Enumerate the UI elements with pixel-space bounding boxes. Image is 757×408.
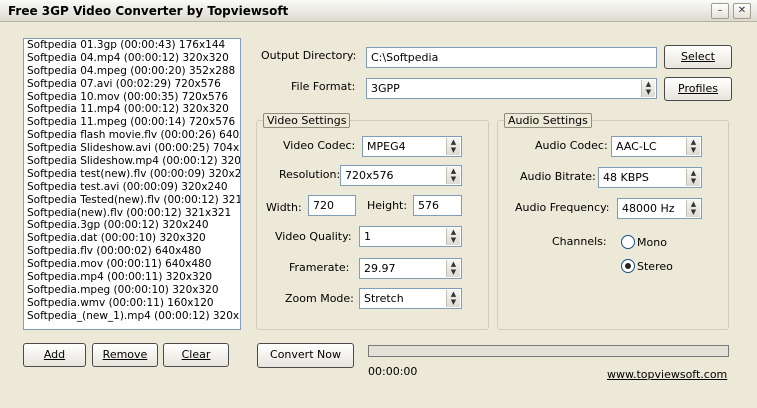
file-list-item[interactable]: Softpedia.mp4 (00:00:11) 320x320 [24, 271, 240, 284]
file-list-item[interactable]: Softpedia 11.mpeg (00:00:14) 720x576 [24, 116, 240, 129]
audio-codec-value: AAC-LC [616, 140, 657, 153]
zoom-mode-select[interactable]: Stretch ▲ ▼ [359, 288, 462, 309]
file-list-item[interactable]: Softpedia 04.mp4 (00:00:12) 320x320 [24, 52, 240, 65]
mono-label[interactable]: Mono [637, 236, 667, 249]
elapsed-time: 00:00:00 [368, 365, 418, 378]
window-title: Free 3GP Video Converter by Topviewsoft [8, 4, 289, 18]
dropdown-arrow-icon: ▲ ▼ [446, 260, 460, 277]
dropdown-arrow-icon: ▲ ▼ [446, 167, 460, 184]
dropdown-arrow-icon: ▲ ▼ [446, 228, 460, 245]
select-button[interactable]: Select [664, 45, 732, 69]
dropdown-arrow-icon: ▲ ▼ [641, 80, 655, 97]
dropdown-arrow-icon: ▲ ▼ [686, 138, 700, 155]
file-list-item[interactable]: Softpedia_(new_1).mp4 (00:00:12) 320x240 [24, 310, 240, 323]
framerate-value: 29.97 [364, 262, 396, 275]
audio-bitrate-select[interactable]: 48 KBPS ▲ ▼ [598, 167, 702, 188]
file-format-label: File Format: [291, 80, 356, 93]
video-quality-select[interactable]: 1 ▲ ▼ [359, 226, 462, 247]
output-directory-field[interactable]: C:\Softpedia [366, 47, 657, 68]
minimize-button[interactable]: – [711, 3, 729, 19]
file-list-item[interactable]: Softpedia 07.avi (00:02:29) 720x576 [24, 78, 240, 91]
remove-button-label: Remove [102, 348, 148, 361]
add-button-label: Add [43, 348, 66, 361]
file-list-item[interactable]: Softpedia.mpeg (00:00:10) 320x320 [24, 284, 240, 297]
file-format-select[interactable]: 3GPP ▲ ▼ [366, 78, 657, 99]
dropdown-arrow-icon: ▲ ▼ [446, 290, 460, 307]
audio-codec-label: Audio Codec: [535, 139, 608, 152]
clear-button-label: Clear [181, 348, 211, 361]
remove-button[interactable]: Remove [92, 343, 158, 367]
file-list-item[interactable]: Softpedia Slideshow.avi (00:00:25) 704x3… [24, 142, 240, 155]
file-list-item[interactable]: Softpedia.mov (00:00:11) 640x480 [24, 258, 240, 271]
file-list-item[interactable]: Softpedia.wmv (00:00:11) 160x120 [24, 297, 240, 310]
file-format-value: 3GPP [371, 82, 400, 95]
video-codec-label: Video Codec: [283, 139, 356, 152]
file-list-item[interactable]: Softpedia.3gp (00:00:12) 320x240 [24, 219, 240, 232]
file-list-item[interactable]: Softpedia flash movie.flv (00:00:26) 640… [24, 129, 240, 142]
resolution-select[interactable]: 720x576 ▲ ▼ [340, 165, 462, 186]
file-list-item[interactable]: Softpedia test(new).flv (00:00:09) 320x2… [24, 168, 240, 181]
resolution-value: 720x576 [345, 169, 394, 182]
conversion-progress-bar [368, 345, 729, 357]
video-quality-value: 1 [364, 230, 371, 243]
stereo-radio[interactable] [621, 259, 635, 273]
file-list-item[interactable]: Softpedia 01.3gp (00:00:43) 176x144 [24, 39, 240, 52]
clear-button[interactable]: Clear [163, 343, 229, 367]
convert-now-label: Convert Now [270, 348, 341, 361]
video-quality-label: Video Quality: [275, 230, 352, 243]
dropdown-arrow-icon: ▲ ▼ [686, 200, 700, 217]
file-list-item[interactable]: Softpedia(new).flv (00:00:12) 321x321 [24, 207, 240, 220]
profiles-button[interactable]: Profiles [664, 77, 732, 101]
audio-frequency-value: 48000 Hz [622, 202, 675, 215]
zoom-mode-label: Zoom Mode: [285, 292, 354, 305]
file-list-item[interactable]: Softpedia 04.mpeg (00:00:20) 352x288 [24, 65, 240, 78]
file-list-item[interactable]: Softpedia 10.mov (00:00:35) 720x576 [24, 91, 240, 104]
dropdown-arrow-icon: ▲ ▼ [686, 169, 700, 186]
convert-now-button[interactable]: Convert Now [257, 343, 354, 368]
output-directory-label: Output Directory: [261, 49, 357, 62]
website-link[interactable]: www.topviewsoft.com [607, 368, 727, 381]
dropdown-arrow-icon: ▲ ▼ [446, 138, 460, 155]
width-label: Width: [266, 201, 302, 214]
file-list-item[interactable]: Softpedia 11.mp4 (00:00:12) 320x320 [24, 103, 240, 116]
height-field[interactable]: 576 [413, 195, 462, 216]
channels-label: Channels: [552, 235, 607, 248]
video-codec-select[interactable]: MPEG4 ▲ ▼ [362, 136, 462, 157]
stereo-label[interactable]: Stereo [637, 260, 673, 273]
framerate-select[interactable]: 29.97 ▲ ▼ [359, 258, 462, 279]
audio-bitrate-value: 48 KBPS [603, 171, 649, 184]
resolution-label: Resolution: [279, 168, 341, 181]
main-window: Softpedia 01.3gp (00:00:43) 176x144 Softp… [0, 23, 757, 408]
file-list-item[interactable]: Softpedia.dat (00:00:10) 320x320 [24, 232, 240, 245]
file-list-item[interactable]: Softpedia Tested(new).flv (00:00:12) 321… [24, 194, 240, 207]
profiles-button-label: Profiles [678, 82, 718, 95]
audio-frequency-select[interactable]: 48000 Hz ▲ ▼ [617, 198, 702, 219]
zoom-mode-value: Stretch [364, 292, 404, 305]
audio-bitrate-label: Audio Bitrate: [520, 170, 596, 183]
close-button[interactable]: ✕ [733, 3, 751, 19]
height-label: Height: [367, 199, 408, 212]
framerate-label: Framerate: [289, 261, 350, 274]
video-settings-title: Video Settings [263, 113, 351, 128]
audio-frequency-label: Audio Frequency: [515, 201, 610, 214]
file-list-item[interactable]: Softpedia Slideshow.mp4 (00:00:12) 320x3… [24, 155, 240, 168]
title-bar: Free 3GP Video Converter by Topviewsoft … [0, 0, 757, 22]
width-field[interactable]: 720 [308, 195, 356, 216]
file-list-item[interactable]: Softpedia test.avi (00:00:09) 320x240 [24, 181, 240, 194]
audio-codec-select[interactable]: AAC-LC ▲ ▼ [611, 136, 702, 157]
select-button-label: Select [681, 50, 715, 63]
add-button[interactable]: Add [23, 343, 86, 367]
video-codec-value: MPEG4 [367, 140, 406, 153]
mono-radio[interactable] [621, 235, 635, 249]
file-list-item[interactable]: Softpedia.flv (00:00:02) 640x480 [24, 245, 240, 258]
audio-settings-title: Audio Settings [504, 113, 592, 128]
file-list[interactable]: Softpedia 01.3gp (00:00:43) 176x144 Softp… [23, 38, 241, 330]
